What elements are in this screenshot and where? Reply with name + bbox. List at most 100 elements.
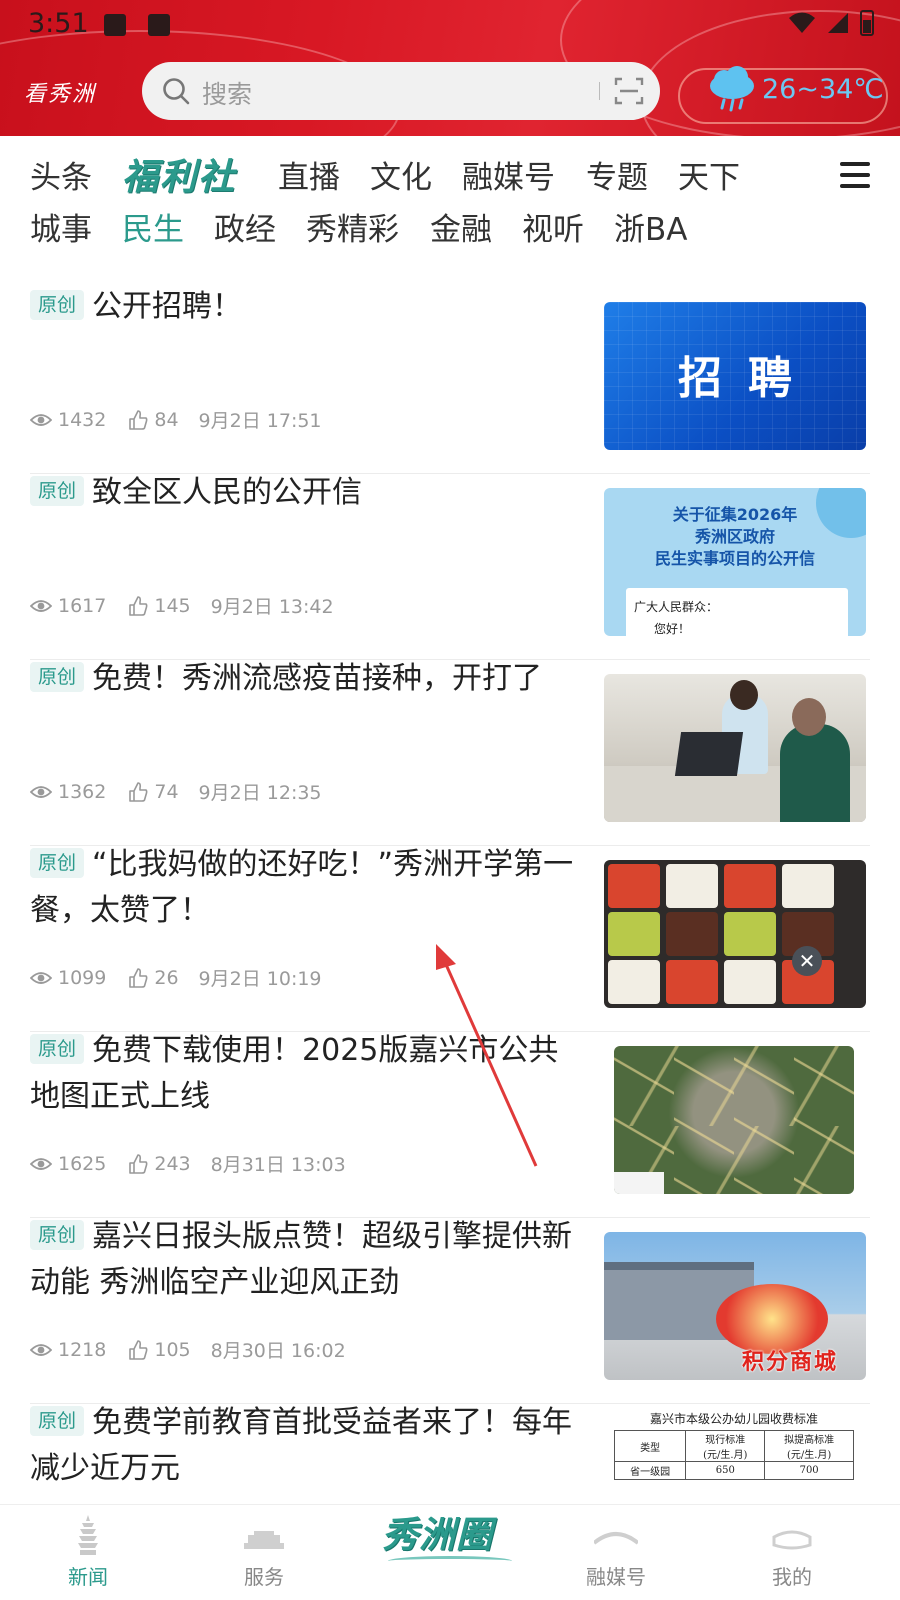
nav-news[interactable]: 新闻 [28, 1505, 148, 1600]
wifi-icon [789, 12, 815, 33]
center-logo-text: 秀洲圈 [382, 1514, 494, 1556]
news-title-text: 致全区人民的公开信 [92, 475, 363, 510]
view-count: 1362 [58, 780, 107, 803]
views-icon [30, 785, 52, 798]
tab-welfare[interactable]: 福利社 [122, 148, 236, 200]
tab-highlights[interactable]: 秀精彩 [306, 204, 399, 249]
menu-icon[interactable] [840, 162, 870, 188]
like-icon[interactable] [128, 967, 148, 988]
news-item[interactable]: 原创 公开招聘！ 1432 84 9月2日 17:51 招聘 [30, 284, 870, 474]
nav-media-accounts[interactable]: 融媒号 [556, 1505, 676, 1600]
like-icon[interactable] [128, 409, 148, 430]
table-header: 现行标准 (元/生.月) [685, 1430, 766, 1462]
tab-zhe-ba[interactable]: 浙BA [614, 204, 687, 249]
news-thumbnail[interactable]: 嘉兴市本级公办幼儿园收费标准 类型 现行标准 (元/生.月) 拟提高标准 (元/… [614, 1408, 854, 1504]
tab-city[interactable]: 城事 [30, 204, 92, 249]
view-count: 1625 [58, 1152, 107, 1175]
news-title-text: “比我妈做的还好吃！”秀洲开学第一餐，太赞了！ [30, 847, 574, 928]
nav-services-label: 服务 [244, 1565, 284, 1589]
view-count: 1617 [58, 594, 107, 617]
like-icon[interactable] [128, 595, 148, 616]
search-icon [163, 78, 190, 105]
search-placeholder: 搜索 [202, 80, 253, 109]
rain-cloud-icon [710, 66, 754, 112]
tab-topics[interactable]: 专题 [586, 152, 648, 197]
original-tag: 原创 [30, 1219, 85, 1250]
publish-time: 9月2日 13:42 [210, 596, 334, 618]
logo-wave [388, 1556, 512, 1566]
news-title-text: 嘉兴日报头版点赞！超级引擎提供新动能 秀洲临空产业迎风正劲 [30, 1219, 573, 1300]
news-item[interactable]: 原创 免费！秀洲流感疫苗接种，开打了 1362 74 9月2日 12:35 [30, 656, 870, 846]
original-tag: 原创 [30, 1405, 85, 1436]
view-count: 1099 [58, 966, 107, 989]
building-icon [244, 1531, 284, 1549]
news-thumbnail[interactable]: 关于征集2026年 秀洲区政府 民生实事项目的公开信 广大人民群众： 您好！ [604, 488, 866, 636]
fee-table: 类型 现行标准 (元/生.月) 拟提高标准 (元/生.月) 省一级园 650 7… [614, 1430, 854, 1480]
table-cell: 650 [685, 1461, 766, 1480]
tab-livelihood[interactable]: 民生 [122, 204, 184, 249]
like-icon[interactable] [128, 1339, 148, 1360]
tab-headlines[interactable]: 头条 [30, 152, 92, 197]
nav-mine-label: 我的 [772, 1565, 812, 1589]
news-thumbnail[interactable] [604, 674, 866, 822]
view-count: 1218 [58, 1338, 107, 1361]
nav-mine[interactable]: 我的 [732, 1505, 852, 1600]
views-icon [30, 413, 52, 426]
nav-services[interactable]: 服务 [204, 1505, 324, 1600]
tab-finance[interactable]: 金融 [430, 204, 492, 249]
news-thumbnail[interactable] [614, 1046, 854, 1194]
news-item[interactable]: 原创 免费学前教育首批受益者来了！每年减少近万元 嘉兴市本级公办幼儿园收费标准 类… [30, 1400, 870, 1504]
table-cell: 省一级园 [614, 1461, 687, 1480]
news-thumbnail[interactable] [604, 860, 866, 1008]
original-tag: 原创 [30, 1033, 85, 1064]
tab-politics-economy[interactable]: 政经 [214, 204, 276, 249]
tab-audio-video[interactable]: 视听 [522, 204, 584, 249]
thumbnail-salutation: 广大人民群众： [634, 600, 719, 614]
news-title-text: 公开招聘！ [92, 289, 243, 324]
search-divider [599, 82, 600, 100]
points-mall-ad-text: 积分商城 [741, 1350, 838, 1375]
publish-time: 9月2日 17:51 [198, 410, 322, 432]
app-header: 3:51 看秀洲 搜索 26~34℃ [0, 0, 900, 136]
original-tag: 原创 [30, 475, 85, 506]
tab-world[interactable]: 天下 [678, 152, 740, 197]
publish-time: 8月31日 13:03 [210, 1154, 346, 1176]
search-bar[interactable]: 搜索 [142, 62, 660, 120]
signal-icon [828, 13, 848, 33]
publish-time: 9月2日 12:35 [198, 782, 322, 804]
scan-icon[interactable] [614, 76, 644, 106]
news-thumbnail[interactable]: 招聘 [604, 302, 866, 450]
news-meta: 1099 26 9月2日 10:19 [30, 964, 322, 991]
news-thumbnail[interactable]: 积分商城 [604, 1232, 866, 1380]
original-tag: 原创 [30, 289, 85, 320]
center-logo-button[interactable]: 秀洲圈 [382, 1498, 518, 1570]
like-count: 105 [154, 1338, 191, 1361]
news-item[interactable]: 原创 致全区人民的公开信 1617 145 9月2日 13:42 关于征集2026… [30, 470, 870, 660]
app-logo[interactable]: 看秀洲 [24, 76, 96, 108]
category-nav: 头条 福利社 直播 文化 融媒号 专题 天下 城事 民生 政经 秀精彩 金融 视… [0, 136, 900, 264]
news-item[interactable]: 原创 “比我妈做的还好吃！”秀洲开学第一餐，太赞了！ 1099 26 9月2日 1… [30, 842, 870, 1032]
news-item[interactable]: 原创 免费下载使用！2025版嘉兴市公共地图正式上线 1625 243 8月31日… [30, 1028, 870, 1218]
views-icon [30, 599, 52, 612]
like-icon[interactable] [128, 781, 148, 802]
news-title: 原创 嘉兴日报头版点赞！超级引擎提供新动能 秀洲临空产业迎风正劲 [30, 1214, 580, 1306]
news-title-text: 免费下载使用！2025版嘉兴市公共地图正式上线 [30, 1033, 559, 1114]
status-icons [788, 10, 874, 36]
like-count: 26 [154, 966, 179, 989]
tab-media-accounts[interactable]: 融媒号 [462, 152, 555, 197]
news-item[interactable]: 原创 嘉兴日报头版点赞！超级引擎提供新动能 秀洲临空产业迎风正劲 1218 105… [30, 1214, 870, 1404]
news-title: 原创 免费下载使用！2025版嘉兴市公共地图正式上线 [30, 1028, 580, 1120]
like-icon[interactable] [128, 1153, 148, 1174]
view-count: 1432 [58, 408, 107, 431]
news-title: 原创 免费！秀洲流感疫苗接种，开打了 [30, 656, 580, 702]
thumbnail-line: 关于征集2026年 [672, 505, 798, 524]
tab-culture[interactable]: 文化 [370, 152, 432, 197]
weather-temperature: 26~34℃ [762, 74, 884, 105]
news-title: 原创 致全区人民的公开信 [30, 470, 580, 516]
pagoda-icon [78, 1515, 98, 1555]
news-list: 原创 公开招聘！ 1432 84 9月2日 17:51 招聘 原创 致全区人民的公开… [0, 264, 900, 1504]
tab-live[interactable]: 直播 [278, 152, 340, 197]
close-ad-button[interactable]: ✕ [792, 946, 822, 976]
original-tag: 原创 [30, 661, 85, 692]
table-cell: 700 [764, 1461, 854, 1480]
